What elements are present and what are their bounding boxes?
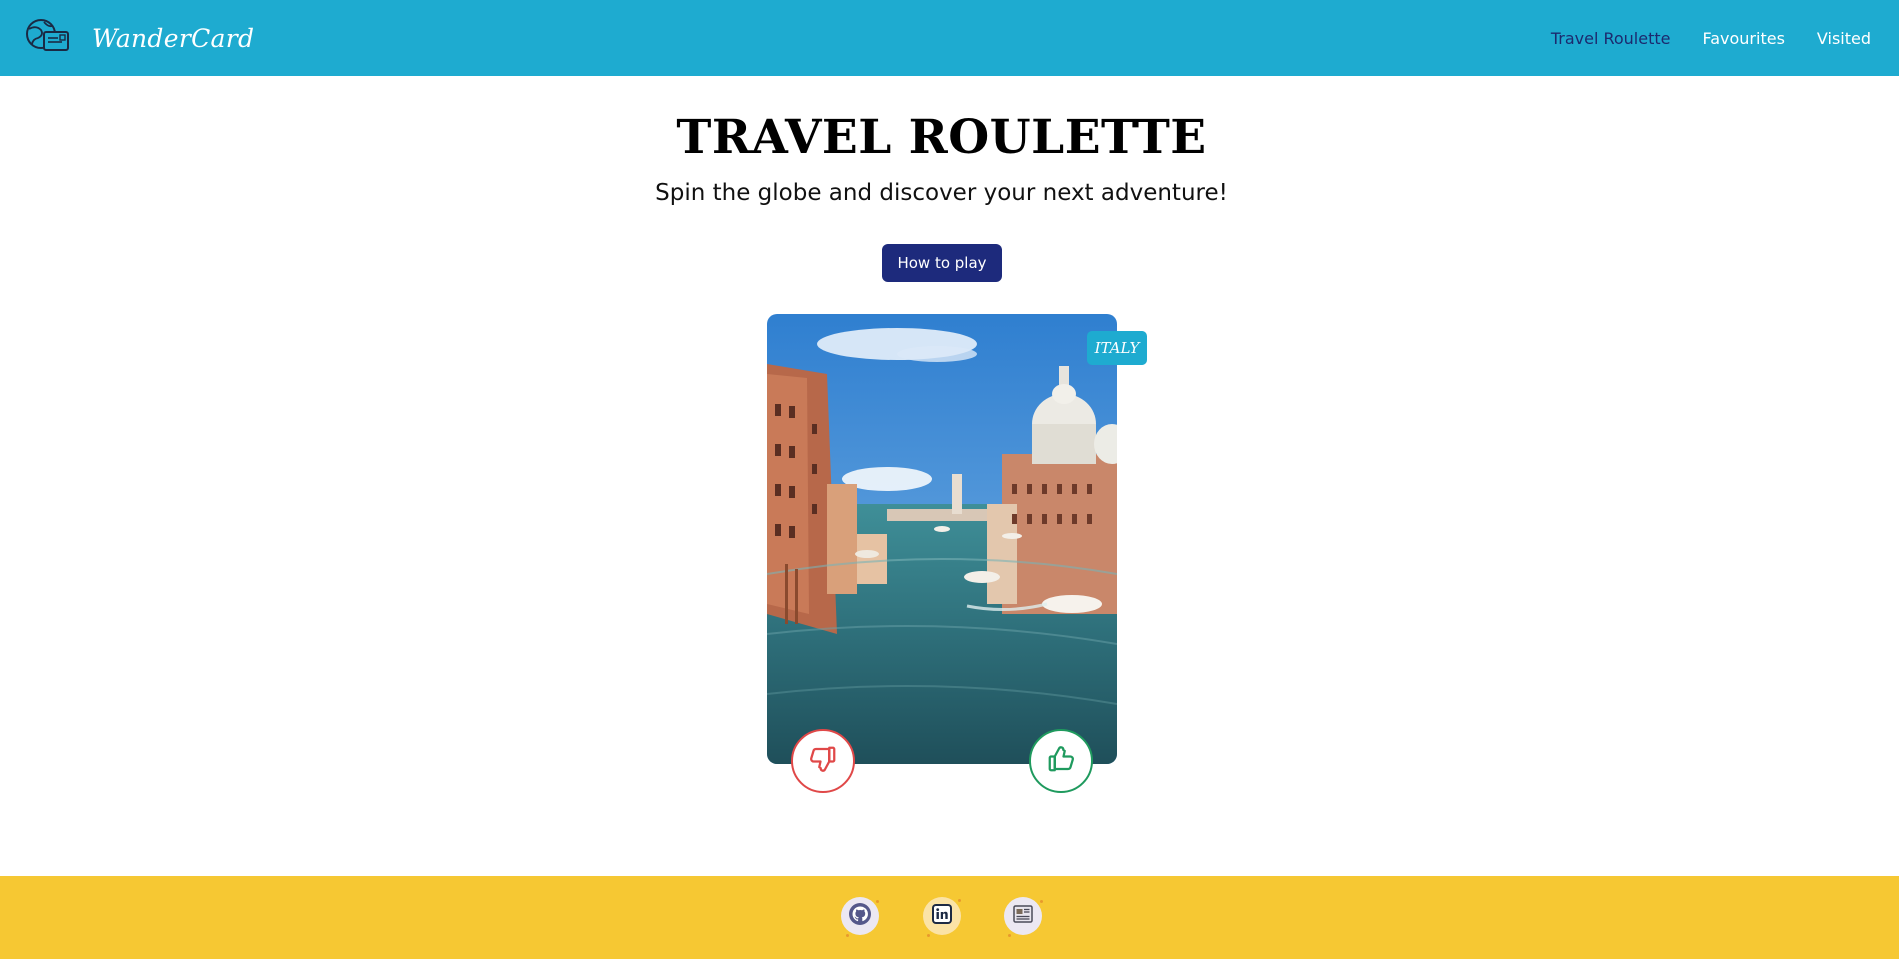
country-tag: ITALY	[1087, 331, 1147, 365]
nav-favourites[interactable]: Favourites	[1702, 29, 1784, 48]
linkedin-link[interactable]	[923, 897, 961, 935]
destination-card[interactable]	[767, 314, 1117, 764]
how-to-play-button[interactable]: How to play	[882, 244, 1002, 282]
github-icon	[848, 902, 872, 930]
thumbs-up-icon	[1046, 744, 1076, 778]
portfolio-link[interactable]	[1004, 897, 1042, 935]
github-link[interactable]	[841, 897, 879, 935]
nav-travel-roulette[interactable]: Travel Roulette	[1551, 29, 1671, 48]
brand[interactable]: WanderCard	[24, 17, 254, 59]
dislike-button[interactable]	[791, 729, 855, 793]
navbar: WanderCard Travel Roulette Favourites Vi…	[0, 0, 1899, 76]
globe-postcard-icon	[24, 17, 70, 59]
sparkle-decoration	[876, 900, 879, 903]
venice-canal-photo	[767, 314, 1117, 764]
like-button[interactable]	[1029, 729, 1093, 793]
sparkle-decoration	[958, 899, 961, 902]
page-title: TRAVEL ROULETTE	[676, 110, 1207, 165]
sparkle-decoration	[1008, 934, 1011, 937]
brand-name: WanderCard	[92, 23, 255, 53]
linkedin-icon	[930, 902, 954, 930]
sparkle-decoration	[846, 934, 849, 937]
nav-visited[interactable]: Visited	[1817, 29, 1871, 48]
thumbs-down-icon	[808, 744, 838, 778]
portfolio-icon	[1011, 902, 1035, 930]
nav-links: Travel Roulette Favourites Visited	[1519, 0, 1871, 76]
page-subtitle: Spin the globe and discover your next ad…	[655, 180, 1228, 206]
sparkle-decoration	[927, 934, 930, 937]
sparkle-decoration	[1040, 900, 1043, 903]
